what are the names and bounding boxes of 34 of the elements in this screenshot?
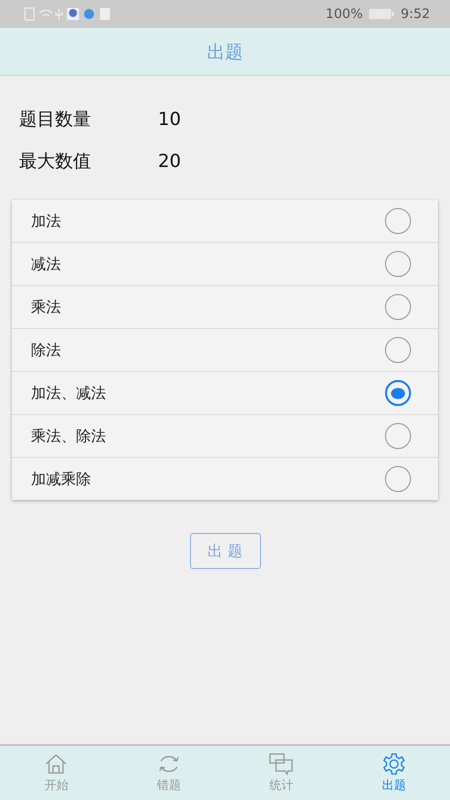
generate-button[interactable]: 出 题 [190,533,260,569]
tab[interactable]: 出题 [338,746,450,800]
tab[interactable]: 开始 [0,746,112,800]
chat-icon [268,752,294,776]
radio-button[interactable] [385,466,411,492]
radio-button[interactable] [385,251,411,277]
option-label: 乘法、除法 [31,426,106,446]
sim-icon [24,8,34,20]
radio-button[interactable] [385,423,411,449]
setting-value: 10 [158,108,181,130]
tab[interactable]: 统计 [225,746,338,800]
battery-percent: 100% [326,6,363,22]
option-label: 加法 [31,212,61,230]
option-label: 加法、减法 [31,384,106,402]
page-title: 出题 [207,40,243,64]
option-label: 加减乘除 [31,470,91,488]
radio-button[interactable] [385,380,411,406]
setting-label: 最大数值 [19,150,92,173]
option-label: 除法 [31,340,61,360]
radio-button[interactable] [385,294,411,320]
radio-button[interactable] [385,337,411,363]
usb-icon [56,8,62,20]
wifi-icon [40,10,52,16]
option-label: 乘法 [31,298,61,316]
clock: 9:52 [400,6,430,22]
app-icon [84,9,94,19]
battery-icon [368,8,395,20]
settings-icon [380,752,407,776]
setting-value: 20 [158,150,181,172]
tab[interactable]: 错题 [112,746,225,800]
radio-button[interactable] [385,208,411,234]
app-icon [67,8,79,20]
setting-label: 题目数量 [19,108,92,131]
option-label: 减法 [31,254,61,274]
